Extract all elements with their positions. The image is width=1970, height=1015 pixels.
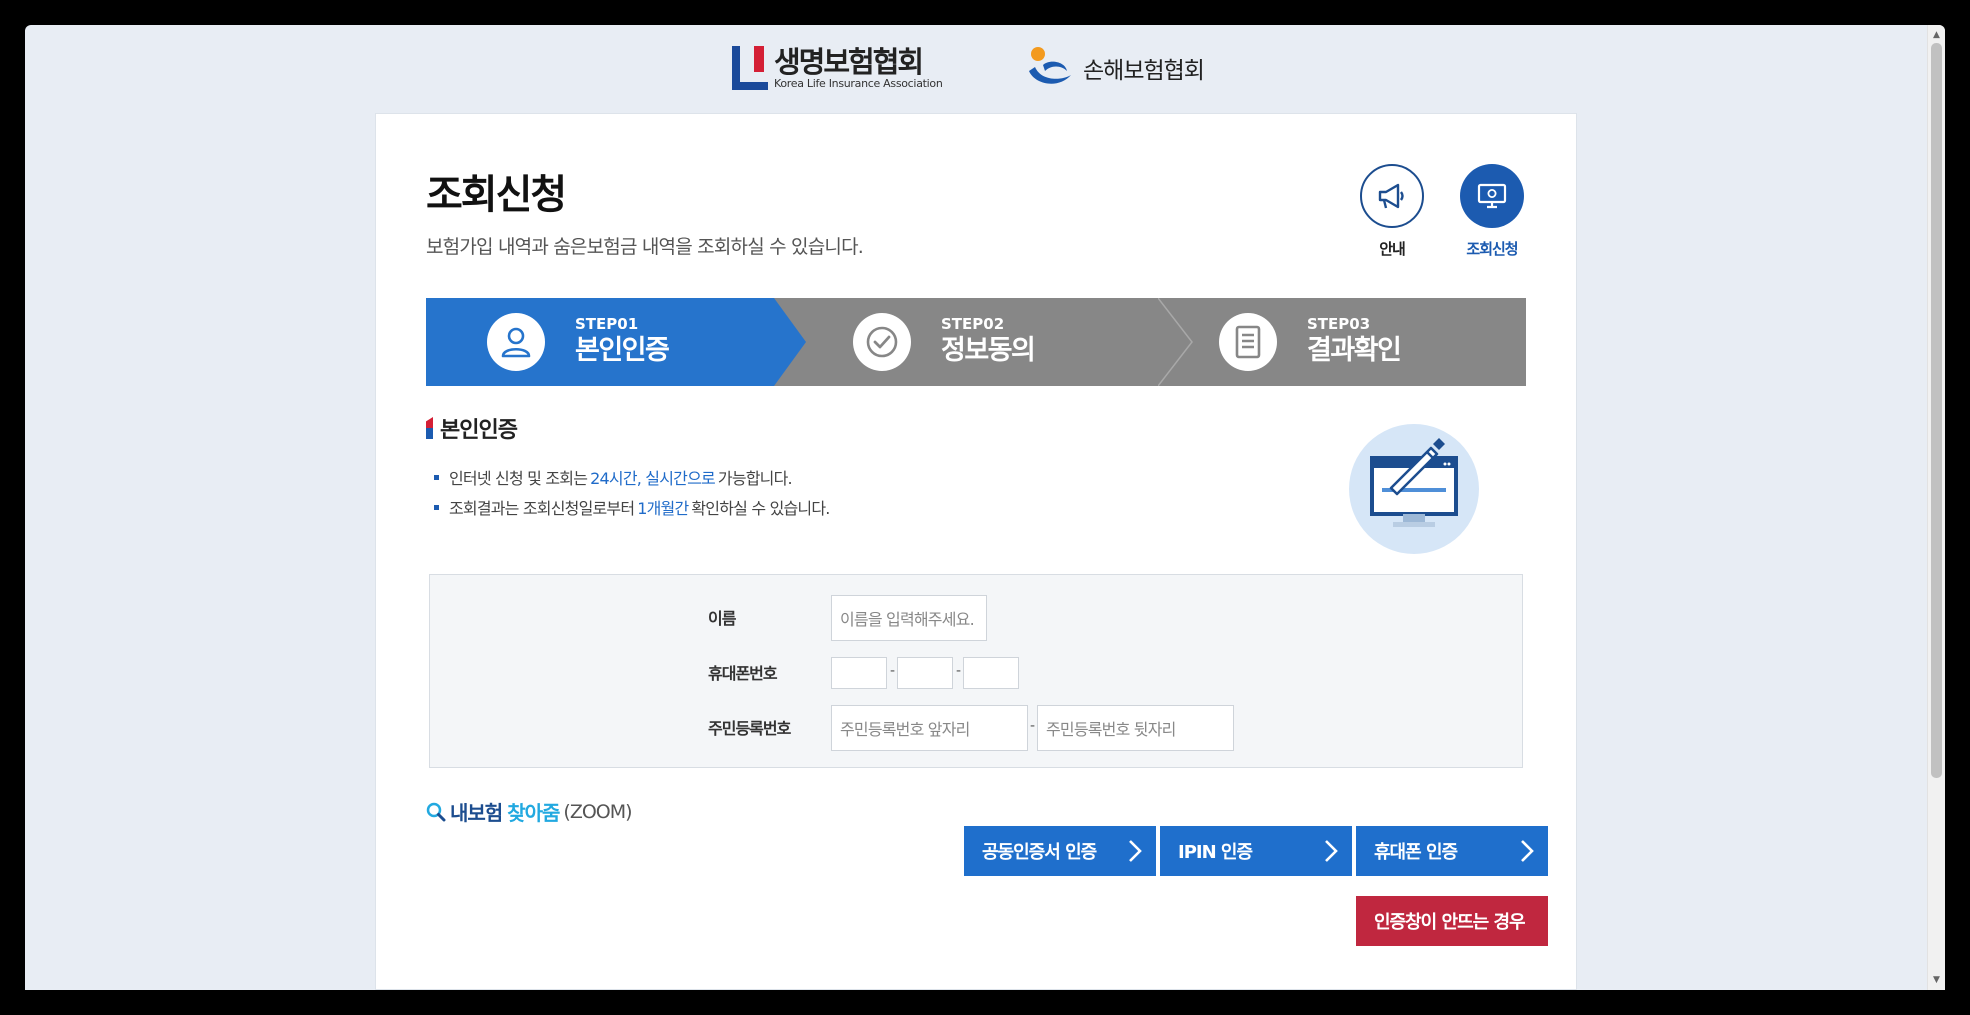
rrn-back-input[interactable]: 주민등록번호 뒷자리	[1037, 705, 1234, 751]
bullet2-text-post: 확인하실 수 있습니다.	[691, 499, 830, 518]
step3-number: STEP03	[1307, 315, 1371, 333]
chevron-right-icon	[1521, 840, 1534, 862]
phone-dash-1: -	[890, 663, 896, 679]
cert-auth-button[interactable]: 공동인증서 인증	[964, 826, 1156, 876]
check-circle-icon	[853, 313, 911, 371]
browser-window: 생명보험협회 Korea Life Insurance Association …	[25, 25, 1945, 990]
section-title-mark-icon	[426, 417, 433, 439]
page-subtitle: 보험가입 내역과 숨은보험금 내역을 조회하실 수 있습니다.	[426, 236, 864, 258]
step2-number: STEP02	[941, 315, 1005, 333]
step1-number: STEP01	[575, 315, 639, 333]
step2-name: 정보동의	[941, 335, 1036, 366]
zoom-logo-part2: 찾아줌	[507, 801, 560, 825]
quick-menu-guide-label: 안내	[1379, 240, 1406, 258]
life-insurance-logo-english: Korea Life Insurance Association	[774, 77, 943, 90]
scroll-up-arrow-icon[interactable]: ▲	[1928, 27, 1945, 43]
bullet2-text-highlight: 1개월간	[637, 499, 689, 518]
scroll-down-arrow-icon[interactable]: ▼	[1928, 972, 1945, 988]
phone-label: 휴대폰번호	[708, 664, 778, 683]
phone-auth-button-label: 휴대폰 인증	[1374, 842, 1458, 863]
megaphone-icon	[1360, 164, 1424, 228]
phone-input-3[interactable]	[963, 657, 1019, 689]
name-input[interactable]: 이름을 입력해주세요.	[831, 595, 987, 641]
zoom-logo[interactable]: 내보험 찾아줌 (ZOOM)	[426, 797, 633, 826]
section-title: 본인인증	[426, 412, 518, 444]
bullet-dot-icon	[434, 504, 439, 510]
rrn-dash: -	[1030, 718, 1036, 734]
info-bullets: 인터넷 신청 및 조회는 24시간, 실시간으로 가능합니다. 조회결과는 조회…	[434, 462, 830, 522]
life-insurance-logo-mark-icon	[732, 46, 768, 90]
scrollbar-thumb[interactable]	[1931, 43, 1942, 778]
auth-window-help-button[interactable]: 인증창이 안뜨는 경우	[1356, 896, 1548, 946]
step1-name: 본인인증	[575, 335, 670, 366]
page-title: 조회신청	[426, 172, 567, 218]
name-label: 이름	[708, 609, 736, 628]
zoom-logo-part1: 내보험	[450, 801, 503, 825]
step-separator-chevron	[1158, 298, 1193, 386]
step2: STEP02 정보동의	[853, 298, 1036, 386]
document-icon	[1219, 313, 1277, 371]
identity-form: 이름 이름을 입력해주세요. 휴대폰번호 - - 주민등록번호 주민등록번호 앞…	[429, 574, 1523, 768]
rrn-front-input[interactable]: 주민등록번호 앞자리	[831, 705, 1028, 751]
bullet2-text-pre: 조회결과는 조회신청일로부터	[449, 499, 635, 518]
monitor-pen-illustration-icon	[1349, 424, 1479, 554]
bullet1-text-post: 가능합니다.	[717, 469, 793, 488]
chevron-right-icon	[1129, 840, 1142, 862]
nonlife-insurance-logo-name: 손해보험협회	[1083, 58, 1205, 84]
person-icon	[487, 313, 545, 371]
magnifier-icon	[426, 802, 446, 821]
step3-name: 결과확인	[1307, 335, 1402, 366]
phone-auth-button[interactable]: 휴대폰 인증	[1356, 826, 1548, 876]
step3: STEP03 결과확인	[1219, 298, 1402, 386]
step-progress: STEP01 본인인증 STEP02 정보동의 STEP03 결과확인	[426, 298, 1526, 386]
nonlife-insurance-logo-mark-icon	[1025, 45, 1075, 91]
ipin-auth-button[interactable]: IPIN 인증	[1160, 826, 1352, 876]
ipin-auth-button-label: IPIN 인증	[1178, 842, 1253, 863]
cert-auth-button-label: 공동인증서 인증	[982, 842, 1097, 863]
chevron-right-icon	[1325, 840, 1338, 862]
bullet1-text-pre: 인터넷 신청 및 조회는	[449, 469, 588, 488]
auth-window-help-button-label: 인증창이 안뜨는 경우	[1374, 912, 1526, 933]
step1: STEP01 본인인증	[487, 298, 670, 386]
quick-menu-guide[interactable]: 안내	[1357, 164, 1427, 259]
bullet-item-hours: 인터넷 신청 및 조회는 24시간, 실시간으로 가능합니다.	[434, 462, 830, 492]
monitor-search-icon	[1460, 164, 1524, 228]
bullet-dot-icon	[434, 474, 439, 480]
zoom-logo-part3: (ZOOM)	[563, 800, 632, 823]
header-logos: 생명보험협회 Korea Life Insurance Association …	[25, 43, 1927, 93]
main-card: 조회신청 보험가입 내역과 숨은보험금 내역을 조회하실 수 있습니다. 안내	[375, 113, 1577, 990]
phone-input-2[interactable]	[897, 657, 953, 689]
life-insurance-logo[interactable]: 생명보험협회 Korea Life Insurance Association	[732, 43, 943, 93]
phone-input-1[interactable]	[831, 657, 887, 689]
phone-dash-2: -	[956, 663, 962, 679]
quick-menu-apply[interactable]: 조회신청	[1457, 164, 1527, 259]
bullet-item-period: 조회결과는 조회신청일로부터 1개월간 확인하실 수 있습니다.	[434, 492, 830, 522]
section-title-text: 본인인증	[440, 418, 518, 443]
nonlife-insurance-logo[interactable]: 손해보험협회	[1025, 43, 1205, 93]
vertical-scrollbar[interactable]: ▲ ▼	[1927, 25, 1945, 990]
rrn-label: 주민등록번호	[708, 719, 791, 738]
bullet1-text-highlight: 24시간, 실시간으로	[590, 469, 716, 488]
life-insurance-logo-name: 생명보험협회	[774, 45, 924, 79]
quick-menu-apply-label: 조회신청	[1466, 240, 1518, 258]
